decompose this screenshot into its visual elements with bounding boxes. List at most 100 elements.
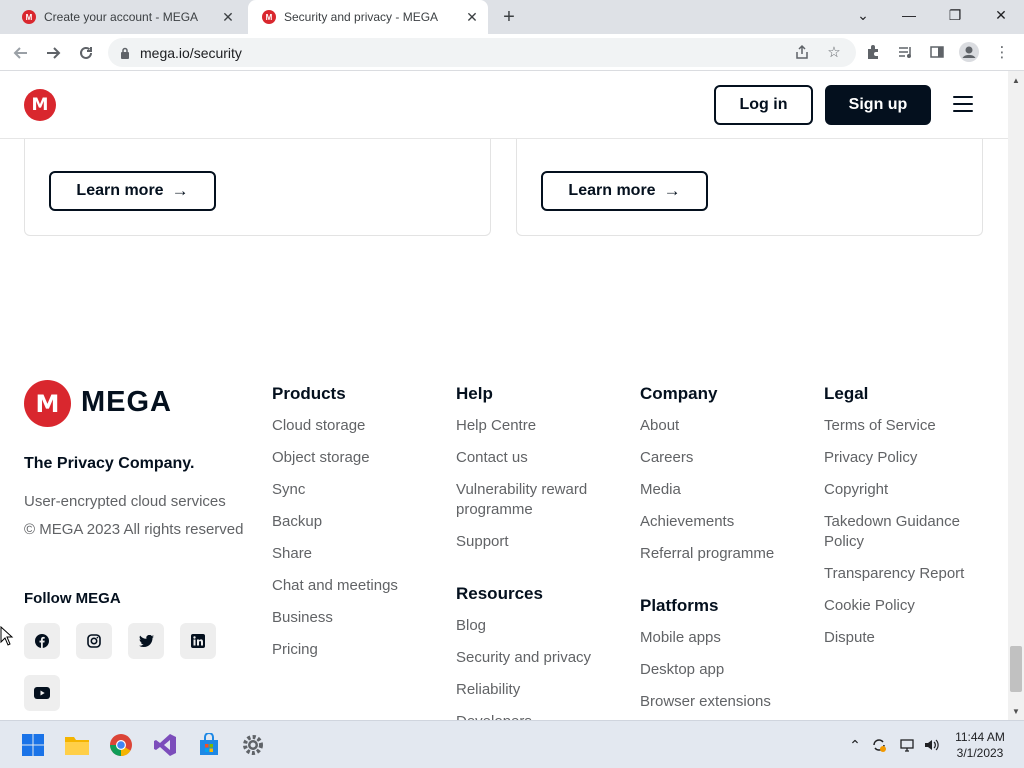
restore-button[interactable]: ❐ bbox=[932, 0, 978, 30]
tagline: The Privacy Company. bbox=[24, 455, 195, 472]
footer-link-contact-us[interactable]: Contact us bbox=[456, 448, 626, 468]
learn-more-button[interactable]: Learn more → bbox=[49, 171, 216, 211]
footer-link-developers[interactable]: Developers bbox=[456, 712, 626, 720]
close-tab-icon[interactable]: ✕ bbox=[462, 9, 482, 26]
media-control-icon[interactable] bbox=[894, 41, 916, 63]
back-arrow-icon[interactable] bbox=[8, 40, 34, 66]
network-icon[interactable] bbox=[897, 735, 917, 755]
mega-logo[interactable]: M bbox=[24, 89, 56, 121]
lock-icon bbox=[121, 47, 129, 59]
system-clock[interactable]: 11:44 AM 3/1/2023 bbox=[940, 729, 1020, 761]
mouse-cursor-icon bbox=[0, 626, 14, 646]
profile-avatar-icon[interactable] bbox=[958, 41, 980, 63]
tab-title: Create your account - MEGA bbox=[44, 10, 199, 24]
signup-button[interactable]: Sign up bbox=[825, 85, 931, 125]
resources-heading: Resources bbox=[456, 584, 543, 603]
visual-studio-icon[interactable] bbox=[151, 731, 179, 759]
footer-link-security-privacy[interactable]: Security and privacy bbox=[456, 648, 626, 668]
address-bar[interactable]: mega.io/security bbox=[108, 38, 856, 67]
scroll-up-arrow-icon[interactable]: ▲ bbox=[1008, 72, 1024, 88]
footer-link-vulnerability-reward[interactable]: Vulnerability reward programme bbox=[456, 480, 616, 520]
mega-favicon: M bbox=[262, 10, 276, 24]
footer-link-backup[interactable]: Backup bbox=[272, 512, 442, 532]
side-panel-icon[interactable] bbox=[926, 41, 948, 63]
footer-link-terms[interactable]: Terms of Service bbox=[824, 416, 994, 436]
browser-tab-strip: M Create your account - MEGA ✕ M Securit… bbox=[0, 0, 1024, 34]
login-button[interactable]: Log in bbox=[714, 85, 813, 125]
scroll-down-arrow-icon[interactable]: ▼ bbox=[1008, 703, 1024, 719]
settings-gear-icon[interactable] bbox=[239, 731, 267, 759]
bookmark-star-icon[interactable]: ☆ bbox=[824, 42, 844, 62]
footer-link-blog[interactable]: Blog bbox=[456, 616, 626, 636]
follow-heading: Follow MEGA bbox=[24, 590, 121, 607]
windows-start-icon[interactable] bbox=[19, 731, 47, 759]
footer-link-pricing[interactable]: Pricing bbox=[272, 640, 442, 660]
help-heading: Help bbox=[456, 384, 493, 403]
footer-link-copyright[interactable]: Copyright bbox=[824, 480, 994, 500]
footer-link-browser-extensions[interactable]: Browser extensions bbox=[640, 692, 810, 712]
chrome-icon[interactable] bbox=[107, 731, 135, 759]
share-icon[interactable] bbox=[792, 42, 812, 62]
footer-link-takedown-guidance[interactable]: Takedown Guidance Policy bbox=[824, 512, 974, 552]
tab-create-account[interactable]: M Create your account - MEGA ✕ bbox=[8, 0, 244, 34]
youtube-icon[interactable] bbox=[24, 675, 60, 711]
reload-icon[interactable] bbox=[73, 40, 99, 66]
footer-link-cookie-policy[interactable]: Cookie Policy bbox=[824, 596, 994, 616]
footer-link-share[interactable]: Share bbox=[272, 544, 442, 564]
footer-link-desktop-app[interactable]: Desktop app bbox=[640, 660, 810, 680]
minimize-button[interactable]: — bbox=[886, 0, 932, 30]
twitter-icon[interactable] bbox=[128, 623, 164, 659]
footer-link-sync[interactable]: Sync bbox=[272, 480, 442, 500]
chrome-menu-icon[interactable]: ⋮ bbox=[991, 41, 1013, 63]
scrollbar-thumb[interactable] bbox=[1010, 646, 1022, 692]
file-explorer-icon[interactable] bbox=[63, 731, 91, 759]
tab-security-privacy[interactable]: M Security and privacy - MEGA ✕ bbox=[248, 0, 488, 34]
learn-more-button[interactable]: Learn more → bbox=[541, 171, 708, 211]
footer-link-media[interactable]: Media bbox=[640, 480, 810, 500]
extensions-puzzle-icon[interactable] bbox=[862, 41, 884, 63]
close-window-button[interactable]: ✕ bbox=[978, 0, 1024, 30]
instagram-icon[interactable] bbox=[76, 623, 112, 659]
platforms-heading: Platforms bbox=[640, 596, 719, 615]
linkedin-icon[interactable] bbox=[180, 623, 216, 659]
footer-link-referral[interactable]: Referral programme bbox=[640, 544, 810, 564]
volume-icon[interactable] bbox=[921, 735, 941, 755]
tab-title: Security and privacy - MEGA bbox=[284, 10, 439, 24]
footer-link-reliability[interactable]: Reliability bbox=[456, 680, 626, 700]
copyright: © MEGA 2023 All rights reserved bbox=[24, 521, 244, 538]
clock-date: 3/1/2023 bbox=[956, 746, 1004, 760]
footer-link-dispute[interactable]: Dispute bbox=[824, 628, 994, 648]
footer-link-object-storage[interactable]: Object storage bbox=[272, 448, 442, 468]
web-page: M Log in Sign up Learn more → Learn more… bbox=[0, 71, 1008, 720]
mega-footer-logo[interactable]: M bbox=[24, 380, 71, 427]
new-tab-button[interactable]: + bbox=[498, 6, 520, 28]
close-tab-icon[interactable]: ✕ bbox=[218, 9, 238, 26]
forward-arrow-icon[interactable] bbox=[40, 40, 66, 66]
footer-link-privacy-policy[interactable]: Privacy Policy bbox=[824, 448, 994, 468]
arrow-right-icon: → bbox=[663, 181, 681, 200]
products-heading: Products bbox=[272, 384, 346, 403]
mega-favicon: M bbox=[22, 10, 36, 24]
footer-link-cloud-storage[interactable]: Cloud storage bbox=[272, 416, 442, 436]
footer-link-chat-meetings[interactable]: Chat and meetings bbox=[272, 576, 442, 596]
footer-link-business[interactable]: Business bbox=[272, 608, 442, 628]
sync-icon[interactable] bbox=[869, 735, 889, 755]
footer-link-mobile-apps[interactable]: Mobile apps bbox=[640, 628, 810, 648]
footer-link-support[interactable]: Support bbox=[456, 532, 626, 552]
tray-chevron-up-icon[interactable]: ⌃ bbox=[845, 735, 865, 755]
footer-link-about[interactable]: About bbox=[640, 416, 810, 436]
footer-link-achievements[interactable]: Achievements bbox=[640, 512, 810, 532]
browser-toolbar: mega.io/security ☆ ⋮ bbox=[0, 34, 1024, 71]
footer-link-help-centre[interactable]: Help Centre bbox=[456, 416, 626, 436]
brand-wordmark: MEGA bbox=[81, 386, 172, 418]
site-header: M Log in Sign up bbox=[0, 71, 1008, 139]
footer-link-transparency-report[interactable]: Transparency Report bbox=[824, 564, 994, 584]
hamburger-menu-icon[interactable] bbox=[953, 96, 973, 112]
facebook-icon[interactable] bbox=[24, 623, 60, 659]
arrow-right-icon: → bbox=[171, 181, 189, 200]
footer-link-careers[interactable]: Careers bbox=[640, 448, 810, 468]
page-scrollbar[interactable] bbox=[1008, 71, 1024, 720]
url-text: mega.io/security bbox=[140, 44, 242, 61]
microsoft-store-icon[interactable] bbox=[195, 731, 223, 759]
tab-search-chevron-icon[interactable]: ⌄ bbox=[840, 0, 886, 30]
